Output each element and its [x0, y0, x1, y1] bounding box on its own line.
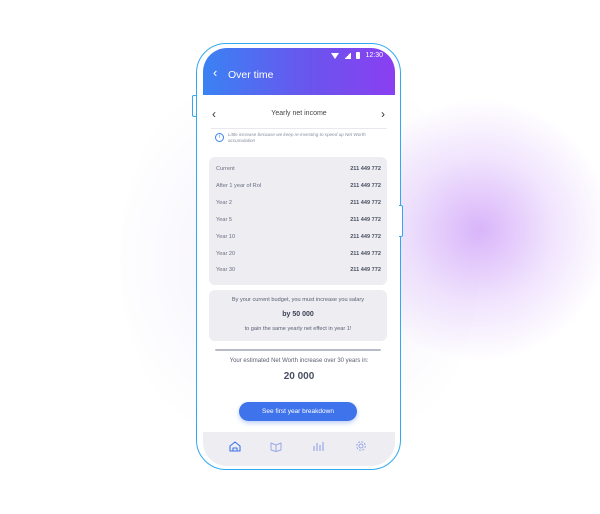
- wallet-icon[interactable]: [269, 439, 283, 453]
- row-value: 211 449 772: [350, 234, 381, 240]
- row-label: After 1 year of RoI: [216, 183, 262, 189]
- net-worth-value: 20 000: [283, 371, 315, 382]
- row-value: 211 449 772: [350, 267, 381, 273]
- gear-icon[interactable]: [354, 439, 368, 453]
- bar-chart-icon[interactable]: [311, 439, 325, 453]
- row-value: 211 449 772: [350, 200, 381, 206]
- row-value: 211 449 772: [350, 251, 381, 257]
- page-title: Over time: [228, 69, 274, 81]
- row-value: 211 449 772: [350, 217, 381, 223]
- budget-line-1: By your current budget, you must increas…: [231, 297, 365, 303]
- net-worth-label: Your estimated Net Worth increase over 3…: [229, 358, 369, 364]
- table-row: Year 30 211 449 772: [216, 267, 381, 276]
- table-row: Year 10 211 449 772: [216, 234, 381, 243]
- bottom-tab-bar: [203, 432, 395, 466]
- battery-icon: [356, 52, 361, 59]
- chevron-right-icon[interactable]: ›: [381, 108, 385, 120]
- row-label: Year 20: [216, 251, 236, 257]
- row-label: Year 5: [216, 217, 232, 223]
- table-row: After 1 year of RoI 211 449 772: [216, 183, 381, 192]
- row-value: 211 449 772: [350, 166, 381, 172]
- home-icon[interactable]: [228, 439, 242, 453]
- budget-card: By your current budget, you must increas…: [209, 290, 387, 341]
- info-text: Little increase because we keep re-inves…: [228, 132, 366, 143]
- status-bar: 12:30: [331, 52, 383, 59]
- app-header: 12:30 ‹ Over time: [203, 48, 395, 95]
- signal-icon: [344, 52, 352, 59]
- budget-amount: by 50 000: [282, 311, 314, 318]
- budget-line-3: to gain the same yearly net effect in ye…: [244, 326, 352, 332]
- table-row: Current 211 449 772: [216, 166, 381, 175]
- section-title: Yearly net income: [271, 110, 327, 117]
- info-note: i Little increase because we keep re-inv…: [215, 132, 385, 144]
- phone-side-button-left: [192, 95, 196, 117]
- row-label: Year 10: [216, 234, 236, 240]
- income-table: Current 211 449 772 After 1 year of RoI …: [209, 157, 387, 285]
- divider: [211, 128, 387, 129]
- divider: [215, 349, 381, 351]
- row-label: Year 2: [216, 200, 232, 206]
- row-value: 211 449 772: [350, 183, 381, 189]
- see-first-year-breakdown-button[interactable]: See first year breakdown: [239, 402, 357, 421]
- table-row: Year 2 211 449 772: [216, 200, 381, 209]
- info-icon: i: [215, 133, 224, 142]
- phone-screen: 12:30 ‹ Over time ‹ Yearly net income › …: [203, 48, 395, 466]
- row-label: Year 30: [216, 267, 236, 273]
- status-time: 12:30: [365, 52, 383, 59]
- table-row: Year 20 211 449 772: [216, 251, 381, 260]
- back-arrow-icon[interactable]: ‹: [213, 66, 217, 79]
- row-label: Current: [216, 166, 235, 172]
- phone-side-button-right: [399, 205, 403, 237]
- wifi-icon: [331, 52, 340, 59]
- section-navigator: ‹ Yearly net income ›: [203, 108, 395, 122]
- table-row: Year 5 211 449 772: [216, 217, 381, 226]
